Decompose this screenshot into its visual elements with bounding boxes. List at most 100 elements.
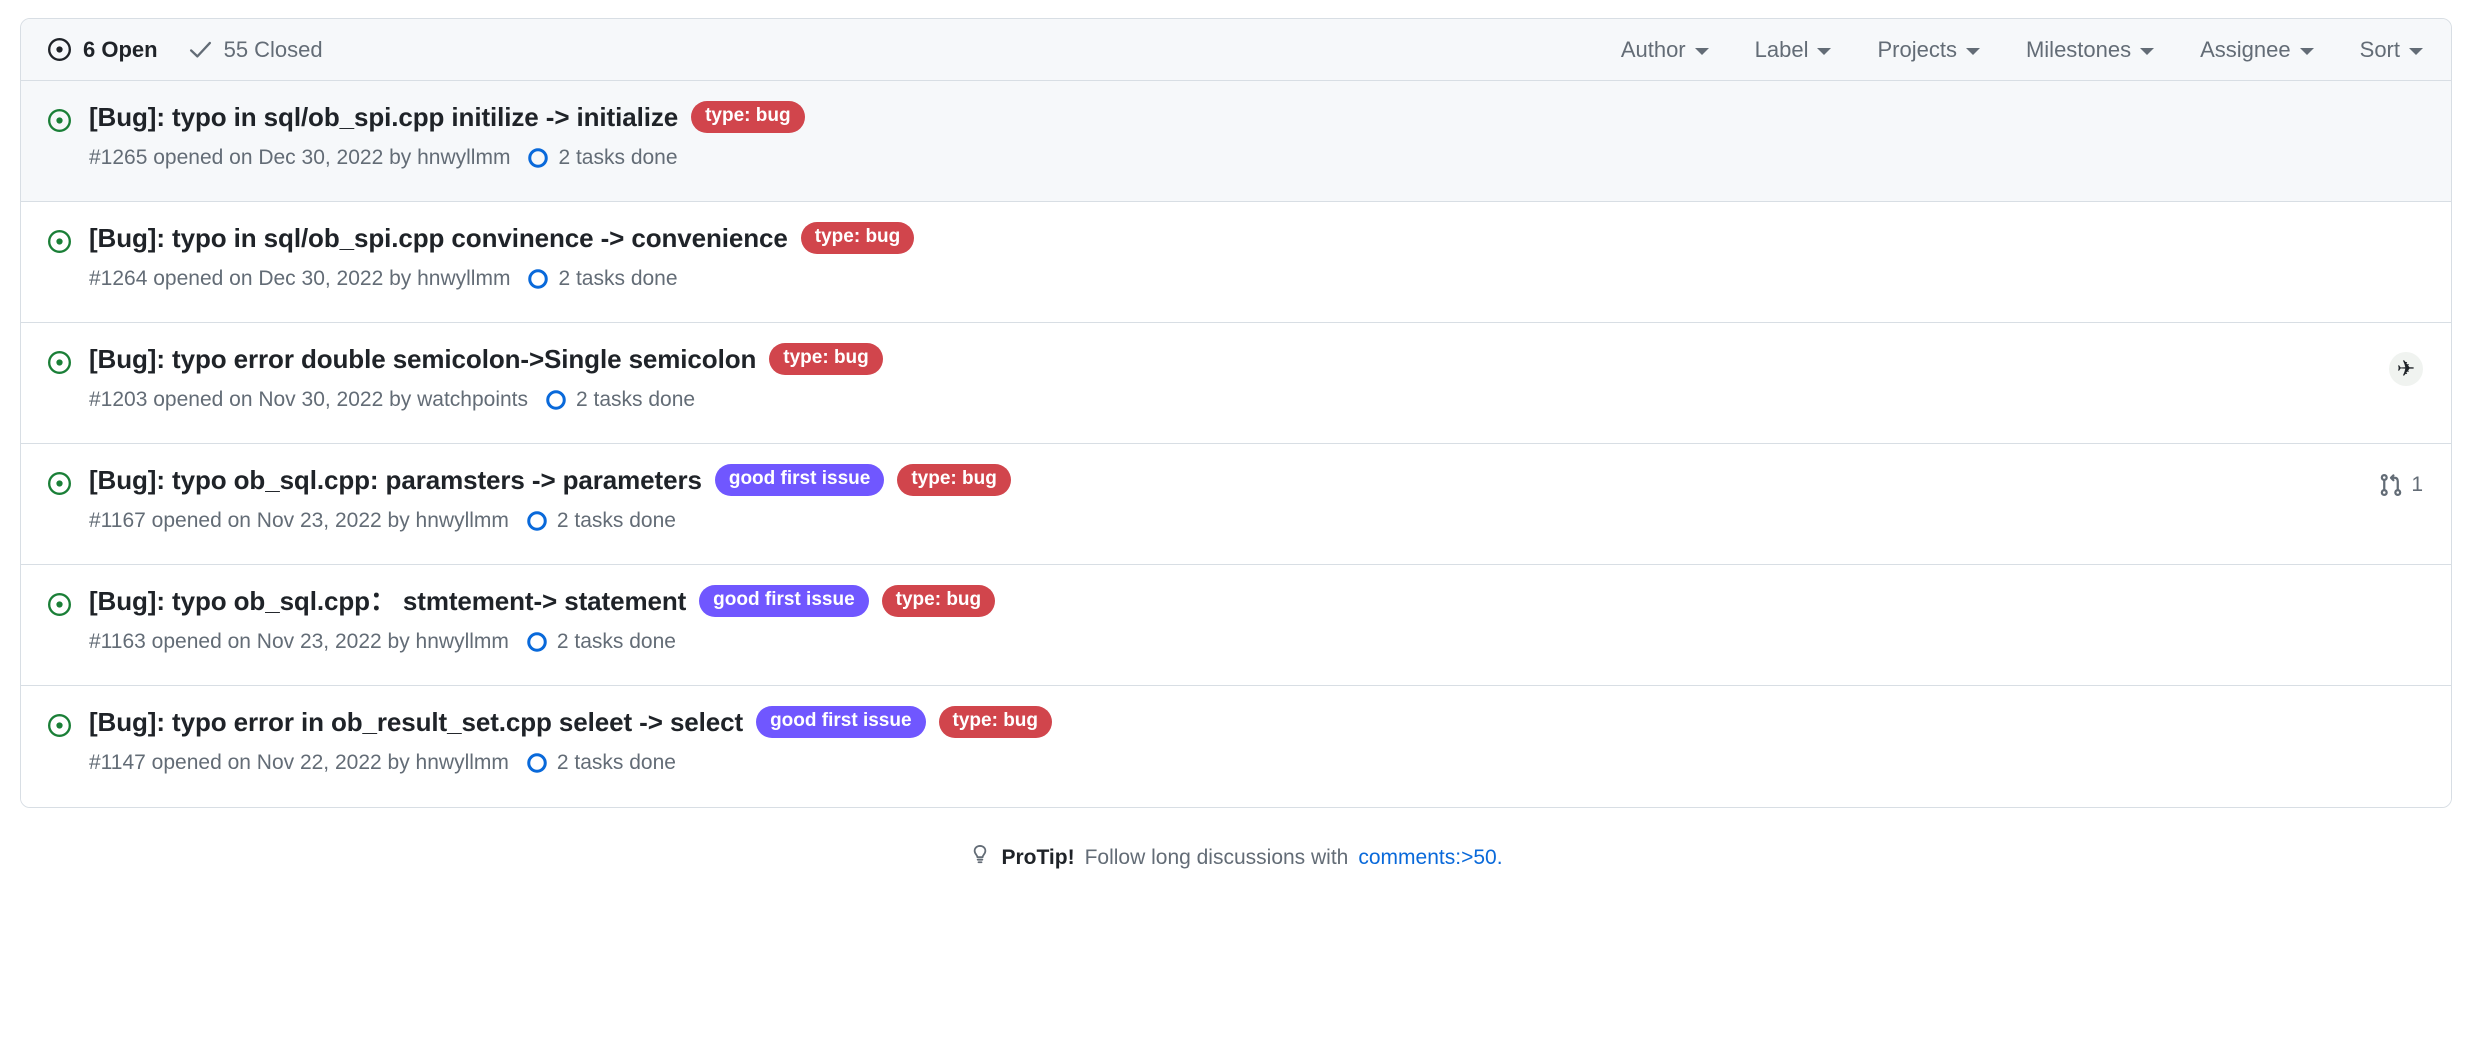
issue-title-link[interactable]: [Bug]: typo ob_sql.cpp: paramsters -> pa…: [89, 464, 702, 497]
filter-label-label: Label: [1755, 37, 1809, 63]
protip-query-link[interactable]: comments:>50.: [1358, 846, 1502, 870]
issue-label-type-bug[interactable]: type: bug: [939, 706, 1053, 738]
issue-label-type-bug[interactable]: type: bug: [882, 585, 996, 617]
filter-closed-issues[interactable]: 55 Closed: [188, 37, 323, 63]
issue-meta: #1203 opened on Nov 30, 2022 by watchpoi…: [89, 388, 2253, 412]
avatar-glyph: ✈: [2397, 358, 2415, 380]
filter-milestones-dropdown[interactable]: Milestones: [2026, 37, 2154, 63]
table-row[interactable]: [Bug]: typo in sql/ob_spi.cpp initilize …: [21, 81, 2451, 202]
issue-content: [Bug]: typo ob_sql.cpp: paramsters -> pa…: [89, 464, 2253, 533]
filter-author-dropdown[interactable]: Author: [1621, 37, 1709, 63]
chevron-down-icon: [2409, 48, 2423, 55]
filter-projects-dropdown[interactable]: Projects: [1877, 37, 1979, 63]
issue-tasks-label: 2 tasks done: [557, 751, 676, 775]
issue-content: [Bug]: typo error double semicolon->Sing…: [89, 343, 2253, 412]
issue-label-good-first-issue[interactable]: good first issue: [699, 585, 868, 617]
filter-projects-label: Projects: [1877, 37, 1956, 63]
issue-meta-text: #1147 opened on Nov 22, 2022 by hnwyllmm: [89, 751, 509, 775]
protip-footer: ProTip! Follow long discussions with com…: [20, 844, 2452, 872]
issue-tasks-label: 2 tasks done: [558, 267, 677, 291]
issue-aside: ✈: [2253, 343, 2423, 386]
issue-title-line: [Bug]: typo in sql/ob_spi.cpp convinence…: [89, 222, 2253, 255]
issue-content: [Bug]: typo in sql/ob_spi.cpp convinence…: [89, 222, 2253, 291]
issue-title-line: [Bug]: typo error double semicolon->Sing…: [89, 343, 2253, 376]
issue-meta-text: #1203 opened on Nov 30, 2022 by watchpoi…: [89, 388, 528, 412]
task-progress-icon: [527, 268, 549, 290]
issue-title-link[interactable]: [Bug]: typo in sql/ob_spi.cpp convinence…: [89, 222, 788, 255]
chevron-down-icon: [1966, 48, 1980, 55]
protip-label: ProTip!: [1001, 846, 1074, 870]
filter-sort-dropdown[interactable]: Sort: [2360, 37, 2423, 63]
table-row[interactable]: [Bug]: typo in sql/ob_spi.cpp convinence…: [21, 202, 2451, 323]
issue-title-line: [Bug]: typo in sql/ob_spi.cpp initilize …: [89, 101, 2253, 134]
pull-request-icon: [2379, 473, 2403, 497]
table-row[interactable]: [Bug]: typo ob_sql.cpp: paramsters -> pa…: [21, 444, 2451, 565]
issue-aside: [2253, 706, 2423, 715]
issue-opened-icon: [47, 585, 72, 617]
issue-title-link[interactable]: [Bug]: typo in sql/ob_spi.cpp initilize …: [89, 101, 678, 134]
issue-task-progress: 2 tasks done: [526, 630, 676, 654]
issue-meta: #1147 opened on Nov 22, 2022 by hnwyllmm…: [89, 751, 2253, 775]
filter-open-issues[interactable]: 6 Open: [47, 37, 158, 63]
pull-request-count-label: 1: [2411, 473, 2423, 497]
issue-label-good-first-issue[interactable]: good first issue: [715, 464, 884, 496]
task-progress-icon: [527, 147, 549, 169]
issue-label-good-first-issue[interactable]: good first issue: [756, 706, 925, 738]
issue-task-progress: 2 tasks done: [527, 267, 677, 291]
chevron-down-icon: [1817, 48, 1831, 55]
issue-label-type-bug[interactable]: type: bug: [897, 464, 1011, 496]
filter-author-label: Author: [1621, 37, 1686, 63]
table-row[interactable]: [Bug]: typo ob_sql.cpp： stmtement-> stat…: [21, 565, 2451, 686]
issue-task-progress: 2 tasks done: [526, 751, 676, 775]
task-progress-icon: [545, 389, 567, 411]
state-filter-group: 6 Open 55 Closed: [47, 37, 323, 63]
filter-assignee-dropdown[interactable]: Assignee: [2200, 37, 2314, 63]
issue-title-link[interactable]: [Bug]: typo error in ob_result_set.cpp s…: [89, 706, 743, 739]
issue-meta: #1264 opened on Dec 30, 2022 by hnwyllmm…: [89, 267, 2253, 291]
issue-tasks-label: 2 tasks done: [576, 388, 695, 412]
check-icon: [188, 37, 213, 62]
issue-aside: [2253, 222, 2423, 231]
chevron-down-icon: [2140, 48, 2154, 55]
issue-label-type-bug[interactable]: type: bug: [691, 101, 805, 133]
chevron-down-icon: [1695, 48, 1709, 55]
issue-meta: #1265 opened on Dec 30, 2022 by hnwyllmm…: [89, 146, 2253, 170]
issue-title-link[interactable]: [Bug]: typo error double semicolon->Sing…: [89, 343, 756, 376]
issue-title-line: [Bug]: typo error in ob_result_set.cpp s…: [89, 706, 2253, 739]
issue-content: [Bug]: typo error in ob_result_set.cpp s…: [89, 706, 2253, 775]
issue-opened-icon: [47, 464, 72, 496]
issue-task-progress: 2 tasks done: [526, 509, 676, 533]
linked-pull-requests[interactable]: 1: [2379, 473, 2423, 497]
task-progress-icon: [526, 510, 548, 532]
issue-opened-icon: [47, 343, 72, 375]
avatar[interactable]: ✈: [2389, 352, 2423, 386]
issue-meta-text: #1163 opened on Nov 23, 2022 by hnwyllmm: [89, 630, 509, 654]
issue-meta-text: #1167 opened on Nov 23, 2022 by hnwyllmm: [89, 509, 509, 533]
issue-meta-text: #1264 opened on Dec 30, 2022 by hnwyllmm: [89, 267, 510, 291]
issue-opened-icon: [47, 222, 72, 254]
lightbulb-icon: [969, 844, 991, 872]
issue-aside: [2253, 585, 2423, 594]
issue-meta: #1163 opened on Nov 23, 2022 by hnwyllmm…: [89, 630, 2253, 654]
table-row[interactable]: [Bug]: typo error double semicolon->Sing…: [21, 323, 2451, 444]
issue-content: [Bug]: typo ob_sql.cpp： stmtement-> stat…: [89, 585, 2253, 654]
issue-opened-icon: [47, 101, 72, 133]
issue-tasks-label: 2 tasks done: [557, 630, 676, 654]
closed-issues-count-label: 55 Closed: [224, 37, 323, 63]
table-row[interactable]: [Bug]: typo error in ob_result_set.cpp s…: [21, 686, 2451, 807]
issue-title-line: [Bug]: typo ob_sql.cpp： stmtement-> stat…: [89, 585, 2253, 618]
issue-meta: #1167 opened on Nov 23, 2022 by hnwyllmm…: [89, 509, 2253, 533]
task-progress-icon: [526, 631, 548, 653]
issue-title-line: [Bug]: typo ob_sql.cpp: paramsters -> pa…: [89, 464, 2253, 497]
issue-label-type-bug[interactable]: type: bug: [801, 222, 915, 254]
issues-toolbar: 6 Open 55 Closed Author: [21, 19, 2451, 81]
filter-label-dropdown[interactable]: Label: [1755, 37, 1832, 63]
filter-milestones-label: Milestones: [2026, 37, 2131, 63]
issues-page: 6 Open 55 Closed Author: [0, 0, 2472, 1050]
filter-sort-label: Sort: [2360, 37, 2400, 63]
task-progress-icon: [526, 752, 548, 774]
issues-list-container: 6 Open 55 Closed Author: [20, 18, 2452, 808]
dropdown-filter-group: Author Label Projects Milestones Assigne…: [1621, 37, 2423, 63]
issue-title-link[interactable]: [Bug]: typo ob_sql.cpp： stmtement-> stat…: [89, 585, 686, 618]
issue-label-type-bug[interactable]: type: bug: [769, 343, 883, 375]
